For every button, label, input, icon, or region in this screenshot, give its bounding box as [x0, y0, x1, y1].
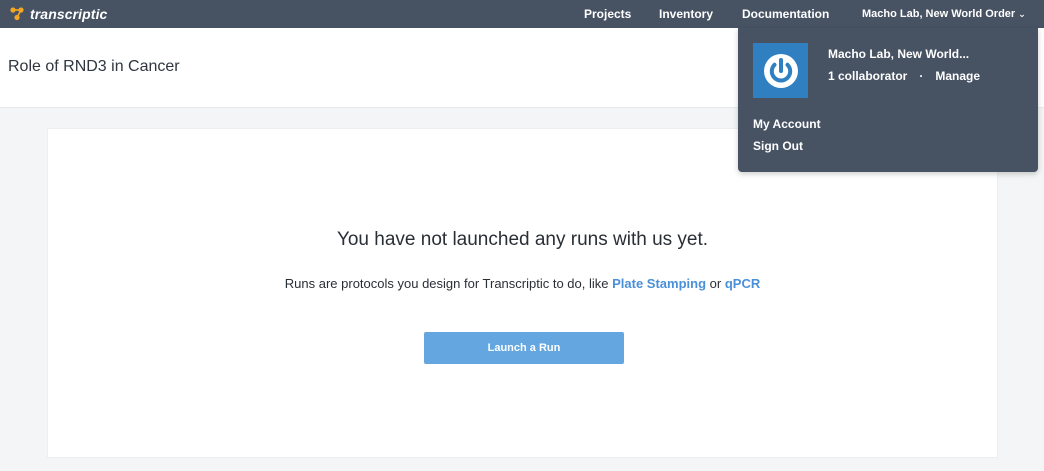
plate-stamping-link[interactable]: Plate Stamping: [612, 276, 706, 291]
my-account-link[interactable]: My Account: [753, 117, 821, 131]
transcriptic-logo-icon: [10, 7, 24, 21]
collaborator-count: 1 collaborator: [828, 69, 908, 83]
nav-projects[interactable]: Projects: [584, 0, 631, 28]
dropdown-org-meta: 1 collaborator · Manage: [828, 69, 980, 83]
empty-state-text-prefix: Runs are protocols you design for Transc…: [284, 276, 613, 291]
top-navigation-bar: transcriptic Projects Inventory Document…: [0, 0, 1044, 28]
empty-state-text: Runs are protocols you design for Transc…: [48, 276, 997, 291]
org-switcher[interactable]: Macho Lab, New World Order ⌄: [862, 0, 1026, 28]
manage-link[interactable]: Manage: [935, 69, 980, 83]
nav-documentation[interactable]: Documentation: [742, 0, 829, 28]
qpcr-link[interactable]: qPCR: [725, 276, 760, 291]
meta-separator: ·: [919, 69, 924, 83]
org-avatar: [753, 43, 808, 98]
runs-empty-card: You have not launched any runs with us y…: [47, 128, 998, 458]
nav-inventory[interactable]: Inventory: [659, 0, 713, 28]
page-title: Role of RND3 in Cancer: [8, 58, 180, 75]
org-dropdown-menu: Macho Lab, New World... 1 collaborator ·…: [738, 28, 1038, 172]
org-switcher-label: Macho Lab, New World Order: [862, 8, 1016, 20]
brand-logo[interactable]: transcriptic: [10, 0, 107, 28]
launch-run-button[interactable]: Launch a Run: [424, 332, 624, 364]
chevron-down-icon: ⌄: [1018, 9, 1026, 19]
brand-name: transcriptic: [30, 6, 108, 22]
sign-out-link[interactable]: Sign Out: [753, 139, 803, 153]
power-icon: [763, 53, 798, 88]
empty-state-text-middle: or: [706, 276, 725, 291]
dropdown-org-name: Macho Lab, New World...: [828, 47, 970, 61]
empty-state-title: You have not launched any runs with us y…: [336, 229, 709, 250]
